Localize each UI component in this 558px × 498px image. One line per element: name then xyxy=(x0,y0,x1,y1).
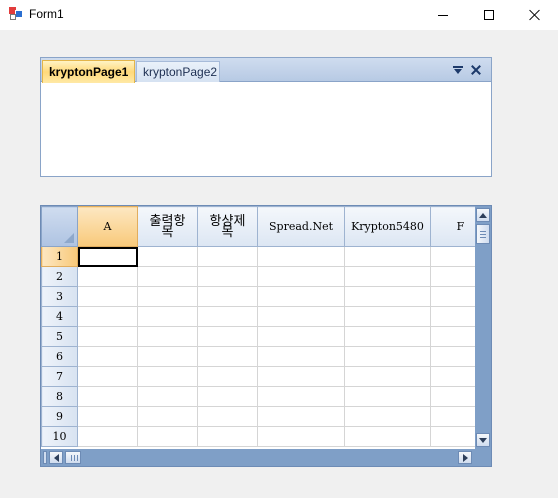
grid-cell[interactable] xyxy=(344,306,431,327)
grid-cell[interactable] xyxy=(77,286,138,307)
row-header[interactable]: 5 xyxy=(41,326,78,347)
grid-cell[interactable] xyxy=(197,426,258,447)
vertical-scroll-thumb[interactable] xyxy=(476,224,490,244)
app-icon xyxy=(9,7,23,21)
grid-cell[interactable] xyxy=(257,386,345,407)
close-icon xyxy=(529,9,541,21)
grid-cell[interactable] xyxy=(137,426,198,447)
grid-cell[interactable] xyxy=(137,386,198,407)
grid-cell[interactable] xyxy=(137,266,198,287)
grid-cell[interactable] xyxy=(197,306,258,327)
grid-cell[interactable] xyxy=(257,306,345,327)
scrollbar-corner xyxy=(475,449,491,466)
spread-grid: A 출력항목 항샹제목 Spread.Net Krypton5480 F 1 2… xyxy=(40,205,492,467)
horizontal-scroll-thumb[interactable] xyxy=(65,451,81,464)
column-header[interactable]: Spread.Net xyxy=(257,206,345,247)
column-header[interactable]: 출력항목 xyxy=(137,206,198,247)
grid-cell[interactable] xyxy=(197,366,258,387)
select-all-corner[interactable] xyxy=(41,206,78,247)
grid-cell[interactable] xyxy=(344,266,431,287)
grid-cell[interactable] xyxy=(257,326,345,347)
dropdown-icon xyxy=(453,65,463,75)
scroll-up-button[interactable] xyxy=(476,208,490,222)
grid-cell[interactable] xyxy=(77,266,138,287)
title-bar: Form1 xyxy=(0,0,558,30)
grid-cell[interactable] xyxy=(77,326,138,347)
grid-cell[interactable] xyxy=(137,306,198,327)
tab-kryptonpage1[interactable]: kryptonPage1 xyxy=(42,60,135,83)
krypton-navigator: kryptonPage1 kryptonPage2 xyxy=(40,57,492,177)
column-header[interactable]: Krypton5480 xyxy=(344,206,431,247)
row-header[interactable]: 2 xyxy=(41,266,78,287)
grid-cell[interactable] xyxy=(344,406,431,427)
grid-cell[interactable] xyxy=(257,426,345,447)
spreadsheet: A 출력항목 항샹제목 Spread.Net Krypton5480 F 1 2… xyxy=(41,206,491,447)
maximize-icon xyxy=(484,10,494,20)
grid-cell[interactable] xyxy=(344,246,431,267)
arrow-down-icon xyxy=(479,437,487,443)
grid-cell[interactable] xyxy=(257,366,345,387)
scroll-right-button[interactable] xyxy=(458,451,472,464)
grid-cell[interactable] xyxy=(197,386,258,407)
column-header[interactable]: A xyxy=(77,206,138,247)
grid-cell[interactable] xyxy=(344,426,431,447)
grid-cell[interactable] xyxy=(197,246,258,267)
row-header[interactable]: 4 xyxy=(41,306,78,327)
navigator-close-button[interactable] xyxy=(468,63,484,77)
horizontal-scrollbar[interactable] xyxy=(41,449,491,466)
grid-cell[interactable] xyxy=(137,346,198,367)
tab-strip: kryptonPage1 kryptonPage2 xyxy=(41,58,491,83)
close-button[interactable] xyxy=(512,0,558,30)
grid-cell[interactable] xyxy=(77,346,138,367)
grid-cell[interactable] xyxy=(77,426,138,447)
grid-cell[interactable] xyxy=(77,386,138,407)
grid-cell[interactable] xyxy=(257,286,345,307)
grid-cell[interactable] xyxy=(137,286,198,307)
window-title: Form1 xyxy=(29,7,64,21)
grid-cell[interactable] xyxy=(257,246,345,267)
grid-cell[interactable] xyxy=(137,366,198,387)
column-header[interactable]: 항샹제목 xyxy=(197,206,258,247)
grid-cell[interactable] xyxy=(137,406,198,427)
sheet-tab-splitter[interactable] xyxy=(43,451,47,464)
scroll-left-button[interactable] xyxy=(49,451,63,464)
grid-cell[interactable] xyxy=(137,246,198,267)
row-header[interactable]: 9 xyxy=(41,406,78,427)
grid-cell[interactable] xyxy=(344,366,431,387)
grid-cell[interactable] xyxy=(257,346,345,367)
row-header[interactable]: 6 xyxy=(41,346,78,367)
grid-cell[interactable] xyxy=(344,386,431,407)
row-header[interactable]: 1 xyxy=(41,246,78,267)
grid-cell[interactable] xyxy=(197,406,258,427)
grid-cell[interactable] xyxy=(197,346,258,367)
vertical-scrollbar[interactable] xyxy=(475,206,491,449)
grid-cell[interactable] xyxy=(344,286,431,307)
grid-cell[interactable] xyxy=(257,406,345,427)
navigator-dropdown-button[interactable] xyxy=(450,63,466,77)
grid-cell[interactable] xyxy=(77,406,138,427)
tab-kryptonpage2[interactable]: kryptonPage2 xyxy=(136,61,220,82)
arrow-right-icon xyxy=(462,453,468,462)
row-header[interactable]: 7 xyxy=(41,366,78,387)
scroll-down-button[interactable] xyxy=(476,433,490,447)
close-icon xyxy=(471,65,481,75)
row-header[interactable]: 8 xyxy=(41,386,78,407)
row-header[interactable]: 10 xyxy=(41,426,78,447)
grid-cell[interactable] xyxy=(77,306,138,327)
arrow-left-icon xyxy=(53,453,59,462)
grid-cell[interactable] xyxy=(344,326,431,347)
minimize-icon xyxy=(438,14,448,16)
active-cell[interactable] xyxy=(77,246,138,267)
grid-cell[interactable] xyxy=(197,286,258,307)
grid-cell[interactable] xyxy=(197,266,258,287)
grid-cell[interactable] xyxy=(197,326,258,347)
maximize-button[interactable] xyxy=(466,0,512,30)
grid-cell[interactable] xyxy=(77,366,138,387)
grid-cell[interactable] xyxy=(257,266,345,287)
grid-cell[interactable] xyxy=(344,346,431,367)
row-header[interactable]: 3 xyxy=(41,286,78,307)
grid-cell[interactable] xyxy=(137,326,198,347)
minimize-button[interactable] xyxy=(420,0,466,30)
arrow-up-icon xyxy=(479,212,487,218)
